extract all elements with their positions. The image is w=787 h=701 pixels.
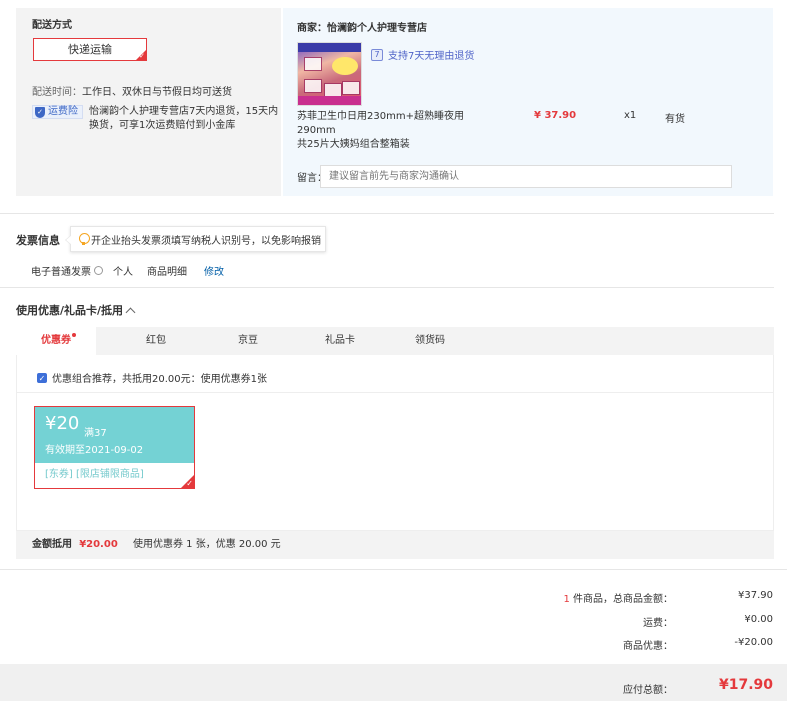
coupon-area: ✓ 优惠组合推荐，共抵用20.00元：使用优惠券1张 ¥20 满37 有效期至2… bbox=[16, 355, 774, 531]
check-icon: ✓ bbox=[186, 479, 193, 488]
product-quantity: x1 bbox=[624, 110, 637, 121]
invoice-tooltip: 开企业抬头发票须填写纳税人识别号，以免影响报销 bbox=[65, 226, 326, 252]
invoice-section-title: 发票信息 bbox=[16, 234, 60, 247]
discount-section-header[interactable]: 使用优惠/礼品卡/抵用 bbox=[16, 302, 136, 318]
invoice-tip-text: 开企业抬头发票须填写纳税人识别号，以免影响报销 bbox=[91, 235, 321, 247]
freight-label: 运费： bbox=[643, 618, 673, 629]
coupon-top: ¥20 满37 有效期至2021-09-02 bbox=[35, 407, 194, 463]
coupon-amount: ¥20 bbox=[45, 413, 80, 434]
product-title-line2: 共25片大姨妈组合整箱装 bbox=[297, 139, 410, 150]
shipping-method-label: 快递运输 bbox=[68, 43, 112, 56]
invoice-content: 商品明细 bbox=[147, 267, 187, 278]
coupon-tags: [东券] [限店铺限商品] bbox=[35, 463, 194, 488]
item-count: 1 bbox=[563, 594, 570, 605]
discount-value: -¥20.00 bbox=[734, 637, 773, 648]
seller-label: 商家： bbox=[297, 23, 327, 34]
items-total-value: ¥37.90 bbox=[738, 590, 773, 601]
insurance-text-line1: 怡澜韵个人护理专营店7天内退货，15天内 bbox=[89, 106, 279, 117]
payable-value: ¥17.90 bbox=[718, 677, 773, 693]
divider bbox=[0, 569, 787, 570]
payable-label: 应付总额： bbox=[623, 685, 673, 696]
discount-section-title: 使用优惠/礼品卡/抵用 bbox=[16, 304, 124, 317]
tab-coupon-label: 优惠券 bbox=[41, 335, 71, 346]
discount-tabs: 优惠券 红包 京豆 礼品卡 领货码 bbox=[16, 327, 774, 355]
lightbulb-icon bbox=[79, 233, 90, 245]
deduct-text: 使用优惠券 1 张，优惠 20.00 元 bbox=[132, 539, 281, 550]
divider bbox=[0, 213, 774, 214]
invoice-edit-link[interactable]: 修改 bbox=[204, 263, 224, 278]
tab-jd-beans[interactable]: 京豆 bbox=[208, 327, 288, 355]
return-policy: 7 支持7天无理由退货 bbox=[371, 47, 474, 62]
product-image[interactable] bbox=[297, 42, 362, 106]
discount-label: 商品优惠： bbox=[623, 641, 673, 652]
items-total-label: 1 件商品，总商品金额： bbox=[563, 590, 673, 605]
deduct-amount: ¥20.00 bbox=[79, 539, 118, 550]
recommend-option[interactable]: ✓ 优惠组合推荐，共抵用20.00元：使用优惠券1张 bbox=[37, 370, 267, 385]
items-label: 件商品，总商品金额： bbox=[573, 594, 673, 605]
divider bbox=[17, 392, 773, 393]
deduct-label: 金额抵用 bbox=[32, 539, 72, 550]
product-title-line1: 苏菲卫生巾日用230mm+超熟睡夜用290mm bbox=[297, 111, 464, 136]
insurance-text-line2: 换货，可享1次运费赔付到小金库 bbox=[89, 120, 236, 131]
shipping-section-title: 配送方式 bbox=[32, 20, 72, 31]
checkbox-checked-icon[interactable]: ✓ bbox=[37, 372, 47, 383]
freight-value: ¥0.00 bbox=[744, 614, 773, 625]
total-bar: 应付总额： ¥17.90 bbox=[0, 664, 787, 701]
insurance-badge: ✓ 运费险 bbox=[32, 105, 83, 119]
new-dot-icon bbox=[72, 333, 76, 337]
note-input[interactable] bbox=[320, 165, 732, 188]
product-title[interactable]: 苏菲卫生巾日用230mm+超熟睡夜用290mm 共25片大姨妈组合整箱装 bbox=[297, 110, 497, 152]
tab-coupon[interactable]: 优惠券 bbox=[16, 327, 96, 355]
coupon-validity: 有效期至2021-09-02 bbox=[45, 445, 144, 456]
coupon-card[interactable]: ¥20 满37 有效期至2021-09-02 [东券] [限店铺限商品] ✓ bbox=[34, 406, 195, 489]
order-panel: 商家：怡澜韵个人护理专营店 7 支持7天无理由退货 苏菲卫生巾日用230mm+超… bbox=[283, 8, 773, 196]
tab-gift-card[interactable]: 礼品卡 bbox=[300, 327, 380, 355]
shipping-method-option[interactable]: 快递运输 ✓ bbox=[33, 38, 147, 61]
product-price: ¥ 37.90 bbox=[534, 110, 577, 121]
delivery-time-label: 配送时间： bbox=[32, 87, 82, 98]
shield-icon: ✓ bbox=[35, 106, 45, 118]
recommend-text: 优惠组合推荐，共抵用20.00元：使用优惠券1张 bbox=[52, 374, 267, 385]
coupon-condition: 满37 bbox=[84, 428, 107, 439]
check-icon: ✓ bbox=[139, 52, 145, 60]
insurance-badge-label: 运费险 bbox=[48, 106, 78, 117]
return-policy-label: 支持7天无理由退货 bbox=[388, 51, 475, 62]
tab-redeem-code[interactable]: 领货码 bbox=[392, 327, 468, 355]
tab-red-envelope[interactable]: 红包 bbox=[116, 327, 196, 355]
invoice-title: 个人 bbox=[113, 267, 133, 278]
shipping-panel: 配送方式 快递运输 ✓ 配送时间：工作日、双休日与节假日均可送货 ✓ 运费险 怡… bbox=[16, 8, 281, 196]
info-circle-icon[interactable] bbox=[94, 266, 103, 275]
divider bbox=[0, 287, 774, 288]
chevron-up-icon[interactable] bbox=[125, 307, 136, 317]
delivery-time-value: 工作日、双休日与节假日均可送货 bbox=[82, 87, 232, 98]
seller-name[interactable]: 怡澜韵个人护理专营店 bbox=[327, 23, 427, 34]
invoice-type: 电子普通发票 bbox=[31, 267, 91, 278]
seven-day-return-icon: 7 bbox=[371, 48, 383, 61]
coupon-footer: 金额抵用 ¥20.00 使用优惠券 1 张，优惠 20.00 元 bbox=[16, 531, 774, 559]
stock-status: 有货 bbox=[665, 114, 685, 125]
